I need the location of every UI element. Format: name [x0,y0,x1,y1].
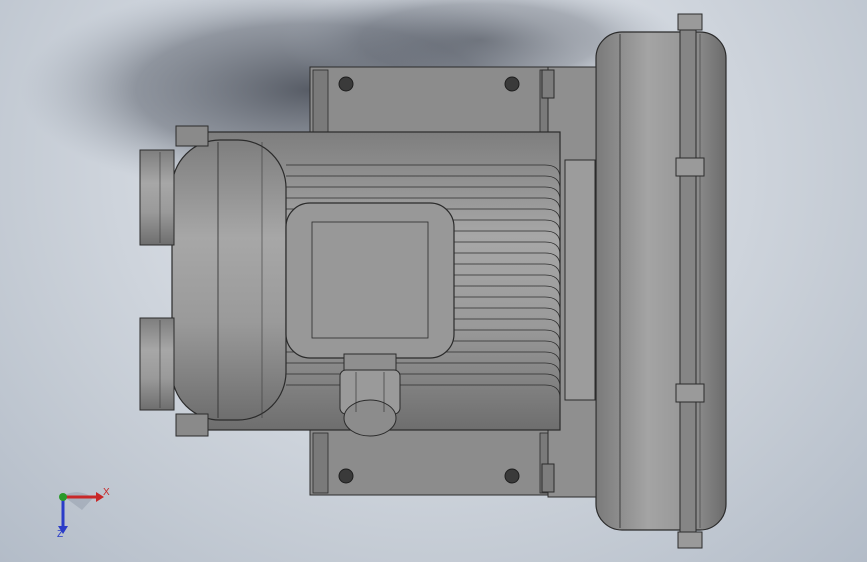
triad-arc [63,492,93,510]
bolt-hole [504,76,520,92]
blower-model[interactable] [0,0,867,562]
motor-end-cover[interactable] [171,125,287,437]
y-axis-dot [59,493,67,501]
bolt-hole [338,76,354,92]
terminal-box[interactable] [285,202,455,359]
base-plate-bottom [309,429,556,496]
z-axis-label: Z [57,529,64,540]
bolt-hole [504,468,520,484]
cad-viewport[interactable]: X Y Z [0,0,867,562]
outlet-port[interactable] [139,317,175,411]
base-plate-top [309,66,556,136]
cable-gland[interactable] [339,353,401,437]
impeller-housing[interactable] [595,13,727,549]
bolt-hole [338,468,354,484]
x-axis-label: X [103,487,110,498]
inlet-port[interactable] [139,149,175,246]
reference-triad[interactable]: X Y Z [48,480,118,542]
